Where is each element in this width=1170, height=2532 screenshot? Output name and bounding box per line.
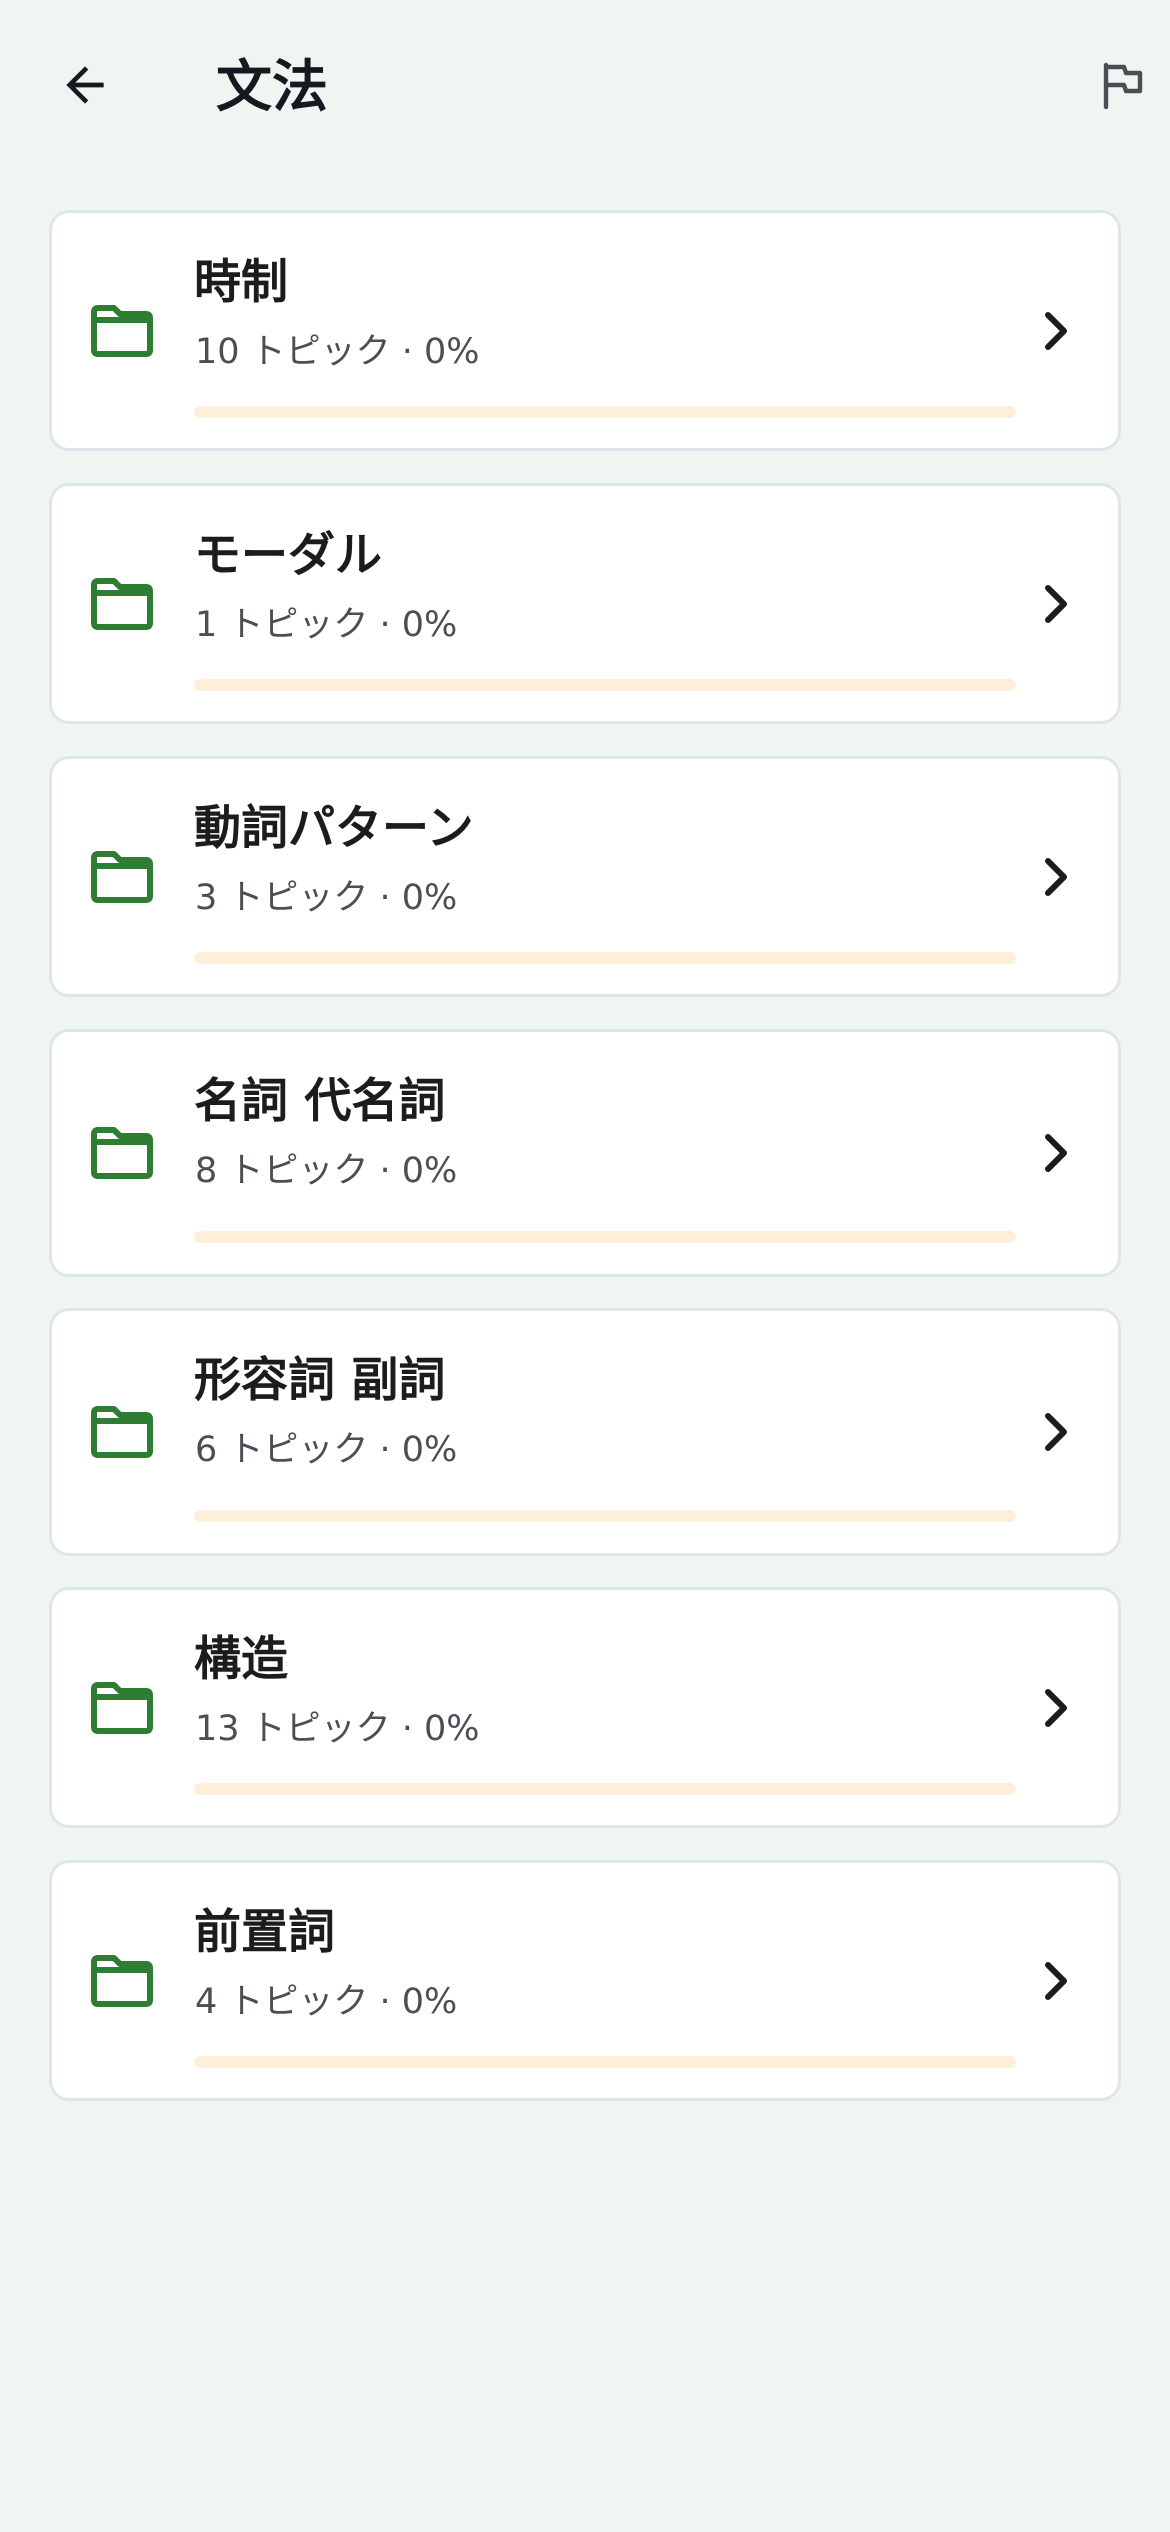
category-title: 動詞パターン	[194, 801, 474, 856]
category-card-modals[interactable]: モーダル 1 トピック · 0%	[49, 483, 1121, 724]
category-title: 名詞 代名詞	[194, 1074, 446, 1129]
progress-bar	[194, 406, 1016, 418]
chevron-right-icon	[1045, 311, 1067, 350]
category-card-structure[interactable]: 構造 13 トピック · 0%	[49, 1587, 1121, 1828]
progress-bar	[194, 1510, 1016, 1522]
category-title: モーダル	[194, 528, 382, 583]
folder-icon	[91, 1954, 153, 2007]
chevron-right-icon	[1045, 1134, 1067, 1172]
progress-bar	[194, 679, 1016, 691]
category-title: 構造	[194, 1632, 288, 1687]
chevron-right-icon	[1045, 857, 1067, 896]
folder-icon	[91, 1406, 153, 1458]
category-title: 時制	[194, 255, 288, 310]
category-subtitle: 6 トピック · 0%	[195, 1430, 458, 1470]
page-title: 文法	[216, 55, 328, 120]
folder-icon	[91, 850, 153, 903]
chevron-right-icon	[1045, 584, 1067, 623]
progress-bar	[194, 952, 1016, 964]
category-card-prepositions[interactable]: 前置詞 4 トピック · 0%	[49, 1860, 1121, 2101]
flag-icon	[1103, 62, 1143, 109]
chevron-right-icon	[1045, 1413, 1067, 1451]
folder-icon	[91, 1127, 153, 1179]
chevron-right-icon	[1045, 1688, 1067, 1727]
folder-icon	[91, 1681, 153, 1734]
category-title: 形容詞 副詞	[194, 1353, 446, 1408]
progress-bar	[194, 2056, 1016, 2068]
folder-icon	[91, 304, 153, 357]
category-card-nouns-pronouns[interactable]: 名詞 代名詞 8 トピック · 0%	[49, 1029, 1121, 1277]
category-subtitle: 3 トピック · 0%	[195, 878, 458, 918]
category-subtitle: 1 トピック · 0%	[195, 605, 458, 645]
category-card-verb-patterns[interactable]: 動詞パターン 3 トピック · 0%	[49, 756, 1121, 997]
progress-bar	[194, 1231, 1016, 1243]
category-subtitle: 8 トピック · 0%	[195, 1151, 458, 1191]
folder-icon	[91, 577, 153, 630]
flag-button[interactable]	[1100, 50, 1170, 120]
progress-bar	[194, 1783, 1016, 1795]
arrow-left-icon	[66, 66, 104, 104]
category-title: 前置詞	[194, 1905, 335, 1960]
chevron-right-icon	[1045, 1961, 1067, 2000]
app-bar: 文法	[0, 0, 1170, 175]
category-card-adjectives-adverbs[interactable]: 形容詞 副詞 6 トピック · 0%	[49, 1308, 1121, 1556]
back-button[interactable]	[40, 40, 130, 130]
category-subtitle: 13 トピック · 0%	[195, 1709, 480, 1749]
category-subtitle: 10 トピック · 0%	[195, 332, 480, 372]
category-card-tenses[interactable]: 時制 10 トピック · 0%	[49, 210, 1121, 451]
category-subtitle: 4 トピック · 0%	[195, 1982, 458, 2022]
